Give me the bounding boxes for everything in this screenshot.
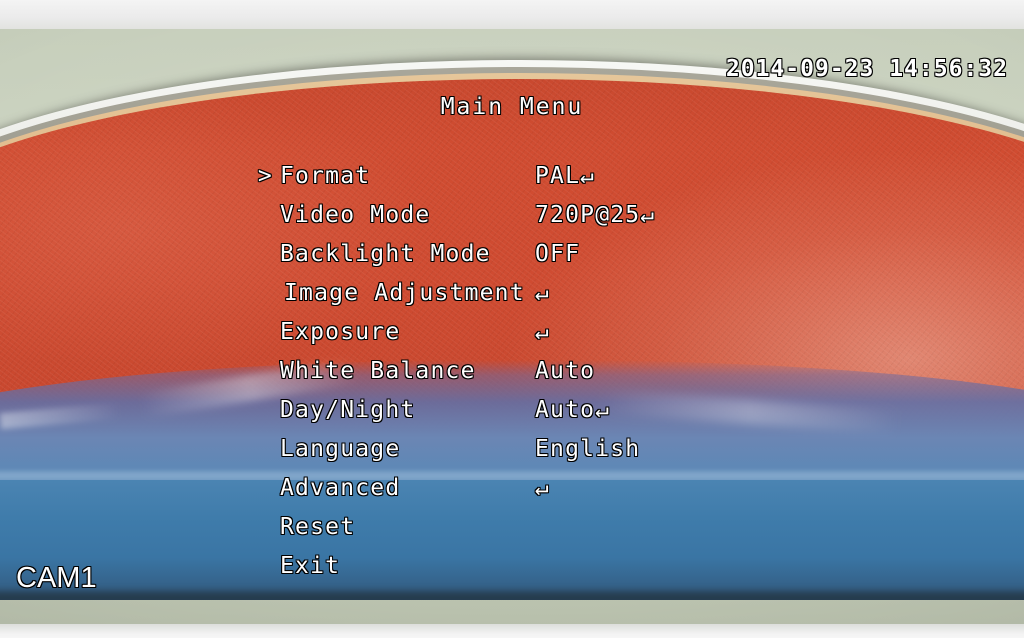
menu-item-label[interactable]: Language bbox=[280, 430, 400, 469]
menu-row[interactable]: Backlight Mode OFF bbox=[0, 235, 1024, 274]
menu-row[interactable]: Image Adjustment ↵ bbox=[0, 274, 1024, 313]
menu-item-value[interactable]: 720P@25↵ bbox=[535, 196, 655, 235]
selection-cursor-icon: > bbox=[257, 163, 273, 189]
menu-item-value[interactable]: English bbox=[535, 430, 640, 469]
menu-item-value[interactable]: ↵ bbox=[535, 469, 550, 508]
page-title: Main Menu bbox=[440, 94, 584, 120]
menu-row[interactable]: Video Mode 720P@25↵ bbox=[0, 196, 1024, 235]
menu-item-label[interactable]: Advanced bbox=[280, 469, 400, 508]
menu-item-value[interactable]: Auto bbox=[535, 352, 595, 391]
osd-timestamp: 2014-09-23 14:56:32 bbox=[725, 56, 1008, 82]
menu-item-value[interactable]: OFF bbox=[535, 235, 580, 274]
main-menu-list: > Format PAL↵ Video Mode 720P@25↵ Backlight M… bbox=[0, 157, 1024, 586]
menu-row[interactable]: > Format PAL↵ bbox=[0, 157, 1024, 196]
menu-item-label[interactable]: Format bbox=[280, 157, 370, 196]
blue-box-shadow bbox=[0, 592, 1024, 600]
menu-row[interactable]: Exposure ↵ bbox=[0, 313, 1024, 352]
menu-item-value[interactable]: ↵ bbox=[535, 274, 550, 313]
camera-osd-screen: 2014-09-23 14:56:32 Main Menu > Format PAL… bbox=[0, 0, 1024, 638]
menu-row[interactable]: Language English bbox=[0, 430, 1024, 469]
menu-item-label[interactable]: Backlight Mode bbox=[280, 235, 491, 274]
menu-item-label[interactable]: Day/Night bbox=[280, 391, 415, 430]
menu-row[interactable]: Exit bbox=[0, 547, 1024, 586]
menu-row[interactable]: Day/Night Auto↵ bbox=[0, 391, 1024, 430]
menu-item-value[interactable]: ↵ bbox=[535, 313, 550, 352]
menu-item-label[interactable]: White Balance bbox=[280, 352, 476, 391]
menu-item-label[interactable]: Image Adjustment bbox=[284, 274, 525, 313]
menu-row[interactable]: Advanced ↵ bbox=[0, 469, 1024, 508]
menu-item-label[interactable]: Exposure bbox=[280, 313, 400, 352]
menu-item-label[interactable]: Reset bbox=[280, 508, 355, 547]
menu-item-value[interactable]: Auto↵ bbox=[535, 391, 610, 430]
letterbox-bottom bbox=[0, 624, 1024, 638]
osd-camera-label: CAM1 bbox=[16, 562, 97, 594]
menu-item-value[interactable]: PAL↵ bbox=[535, 157, 595, 196]
letterbox-top bbox=[0, 0, 1024, 29]
menu-row[interactable]: White Balance Auto bbox=[0, 352, 1024, 391]
menu-item-label[interactable]: Video Mode bbox=[280, 196, 430, 235]
menu-item-label[interactable]: Exit bbox=[280, 547, 340, 586]
menu-row[interactable]: Reset bbox=[0, 508, 1024, 547]
